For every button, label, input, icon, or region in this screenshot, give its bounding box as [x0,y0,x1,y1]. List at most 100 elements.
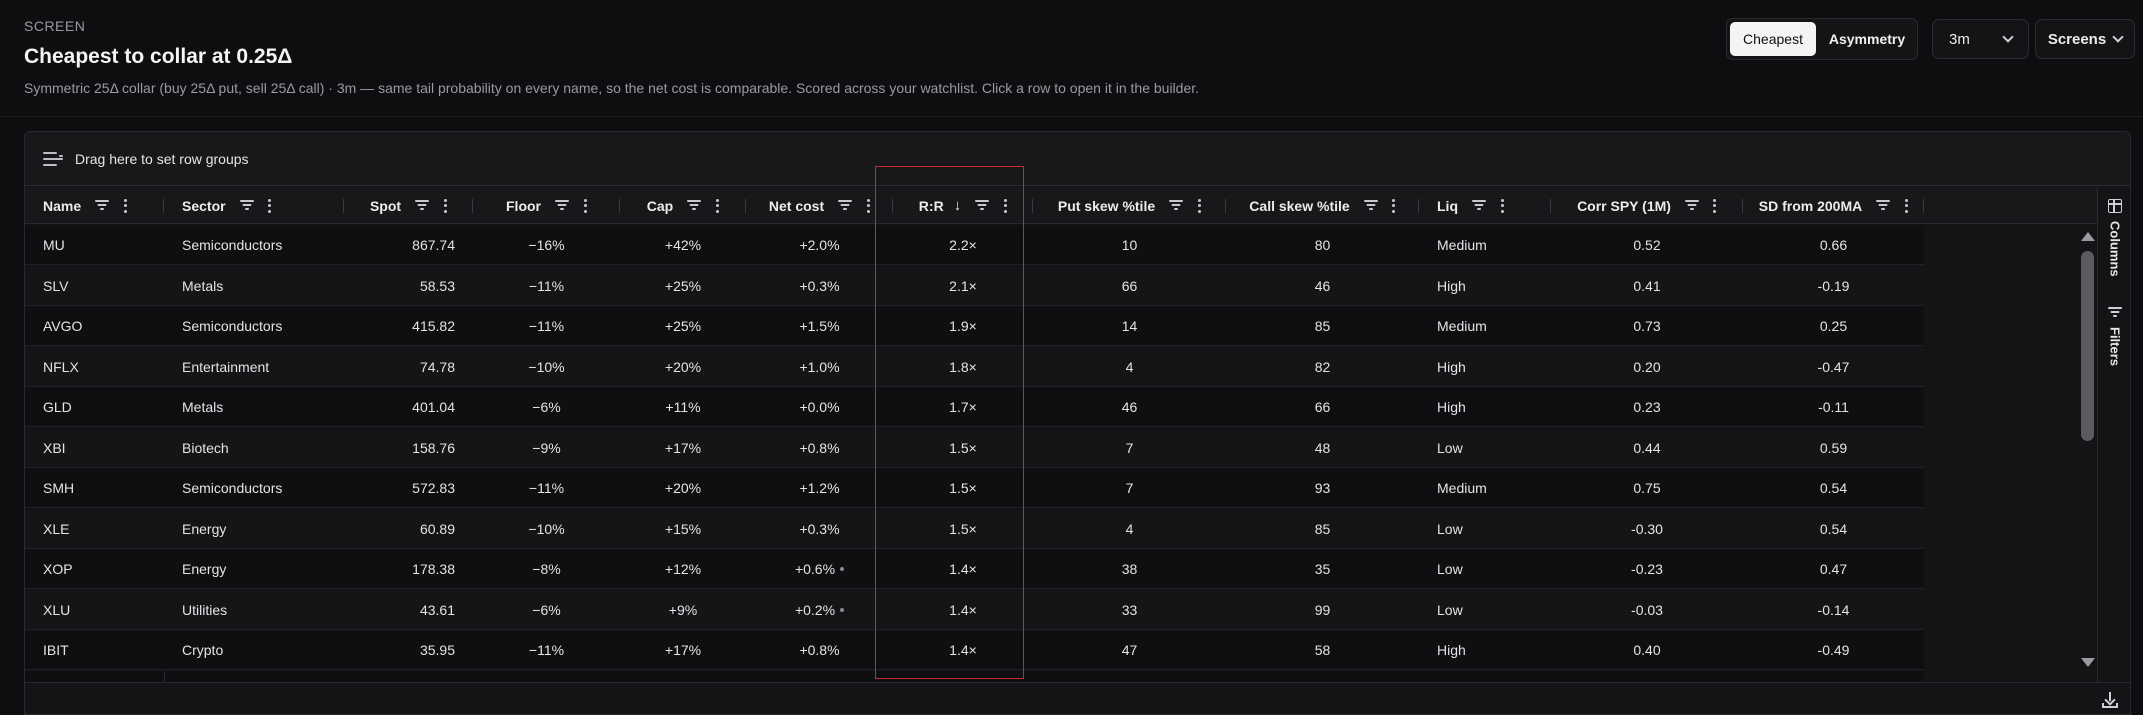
table-row[interactable]: XLE Energy 60.89 −10% +15% +0.3% 1.5× 4 85 Low -0.… [25,508,1924,549]
cell-value: 1.5× [949,480,977,496]
filter-icon[interactable] [1169,200,1184,211]
kebab-menu-icon[interactable] [123,198,127,213]
chevron-down-icon [2002,30,2014,43]
cell-sd: 0.47 [1743,549,1924,589]
kebab-menu-icon[interactable] [1500,198,1504,213]
cell-value: NFLX [43,358,79,375]
cell-value: −6% [532,399,561,415]
columns-panel-tab[interactable]: Columns [2098,199,2130,277]
cell-value: XLE [43,520,70,537]
cell-cap: +17% [620,630,746,670]
cell-liq: Medium [1419,225,1551,265]
kebab-menu-icon[interactable] [1003,198,1007,213]
cell-value: 66 [1314,399,1331,415]
vertical-scrollbar[interactable] [2077,225,2097,675]
cell-value: 1.4× [949,601,977,618]
cell-rr: 1.9× [893,306,1033,346]
column-header-sd[interactable]: SD from 200MA [1743,187,1924,224]
scroll-thumb[interactable] [2081,251,2094,441]
cell-value: +2.0% [799,237,840,253]
column-header-liq[interactable]: Liq [1419,187,1551,224]
grid-footer [25,682,2130,714]
column-resize-handle[interactable] [1923,199,1924,213]
table-row[interactable]: SMH Semiconductors 572.83 −11% +20% +1.2% 1.5×… [25,468,1924,508]
column-header-spot[interactable]: Spot [344,187,473,224]
filter-icon[interactable] [95,200,110,211]
screens-menu-button[interactable]: Screens [2035,19,2135,59]
cell-value: SLV [43,277,69,294]
cell-call: 85 [1226,306,1419,346]
cell-value: -0.49 [1817,642,1850,658]
cell-value: +17% [664,642,702,658]
cell-put: 14 [1033,306,1226,346]
cell-value: Semiconductors [182,480,283,496]
column-header-cap[interactable]: Cap [620,187,746,224]
kebab-menu-icon[interactable] [866,198,870,213]
table-row[interactable]: NFLX Entertainment 74.78 −10% +20% +1.0% 1.8× 4… [25,346,1924,387]
filter-icon[interactable] [415,200,430,211]
table-row[interactable]: SLV Metals 58.53 −11% +25% +0.3% 2.1× 66 46 High 0… [25,265,1924,306]
column-header-rr[interactable]: R:R ↓ [893,187,1033,224]
scroll-up-arrow-icon[interactable] [2081,232,2095,241]
table-row[interactable]: XLU Utilities 43.61 −6% +9% +0.2% 1.4× 33 99 Low -… [25,589,1924,630]
cell-spot: 401.04 [344,387,473,427]
column-header-floor[interactable]: Floor [473,187,620,224]
column-header-net[interactable]: Net cost [746,187,893,224]
cell-put: 4 [1033,509,1226,549]
cell-cap: +11% [620,387,746,427]
kebab-menu-icon[interactable] [715,198,719,213]
table-row[interactable]: MU Semiconductors 867.74 −16% +42% +2.0% 2.2× 1… [25,225,1924,265]
cell-value: 0.20 [1633,358,1661,375]
column-header-corr[interactable]: Corr SPY (1M) [1551,187,1743,224]
asymmetry-tab[interactable]: Asymmetry [1820,22,1914,56]
table-row[interactable]: XOP Energy 178.38 −8% +12% +0.6% 1.4× 38 35 Low -0… [25,549,1924,589]
cell-liq: High [1419,630,1551,670]
kebab-menu-icon[interactable] [268,198,272,213]
kebab-menu-icon[interactable] [1392,198,1396,213]
table-row[interactable]: XBI Biotech 158.76 −9% +17% +0.8% 1.5× 7 48 Low 0.… [25,427,1924,468]
kebab-menu-icon[interactable] [583,198,587,213]
cell-name: AVGO [25,306,164,346]
cell-value: -0.14 [1817,601,1850,618]
filter-icon[interactable] [1472,200,1486,211]
table-row-partial [25,670,1924,683]
kebab-menu-icon[interactable] [1713,198,1717,213]
sort-desc-icon[interactable]: ↓ [954,197,962,214]
column-header-name[interactable]: Name [25,187,164,224]
cell-sd: -0.47 [1743,347,1924,387]
cell-value: 2.2× [949,237,977,253]
table-row[interactable]: IBIT Crypto 35.95 −11% +17% +0.8% 1.4× 47 58 High… [25,630,1924,670]
cell-value: 85 [1314,520,1331,537]
period-select[interactable]: 3m [1932,19,2029,59]
column-header-sector[interactable]: Sector [164,187,344,224]
column-header-call[interactable]: Call skew %tile [1226,187,1419,224]
cell-put: 38 [1033,549,1226,589]
cell-value: 867.74 [412,237,455,253]
cell-value: +0.8% [799,642,840,658]
filter-icon[interactable] [687,200,702,211]
cell-value: 4 [1125,358,1134,375]
kebab-menu-icon[interactable] [443,198,447,213]
filter-icon[interactable] [975,200,990,211]
filter-icon[interactable] [838,200,853,211]
cell-corr: 0.52 [1551,225,1743,265]
row-group-drop-zone[interactable]: Drag here to set row groups [25,132,2130,186]
cell-floor: −16% [473,225,620,265]
scroll-down-arrow-icon[interactable] [2081,658,2095,667]
filter-icon[interactable] [1363,200,1378,211]
filter-icon[interactable] [555,200,569,211]
table-row[interactable]: AVGO Semiconductors 415.82 −11% +25% +1.5% 1.9… [25,306,1924,346]
column-header-put[interactable]: Put skew %tile [1033,187,1226,224]
filters-panel-tab[interactable]: Filters [2098,305,2130,366]
filter-icon[interactable] [1876,200,1891,211]
cell-sector: Semiconductors [164,468,344,508]
cell-value: 33 [1121,601,1138,618]
download-icon[interactable] [2102,692,2118,708]
cheapest-tab[interactable]: Cheapest [1730,22,1816,56]
filter-icon[interactable] [1684,200,1699,211]
cell-value: −10% [528,358,565,375]
kebab-menu-icon[interactable] [1197,198,1201,213]
kebab-menu-icon[interactable] [1904,198,1908,213]
filter-icon[interactable] [239,200,254,211]
table-row[interactable]: GLD Metals 401.04 −6% +11% +0.0% 1.7× 46 66 High 0… [25,387,1924,427]
